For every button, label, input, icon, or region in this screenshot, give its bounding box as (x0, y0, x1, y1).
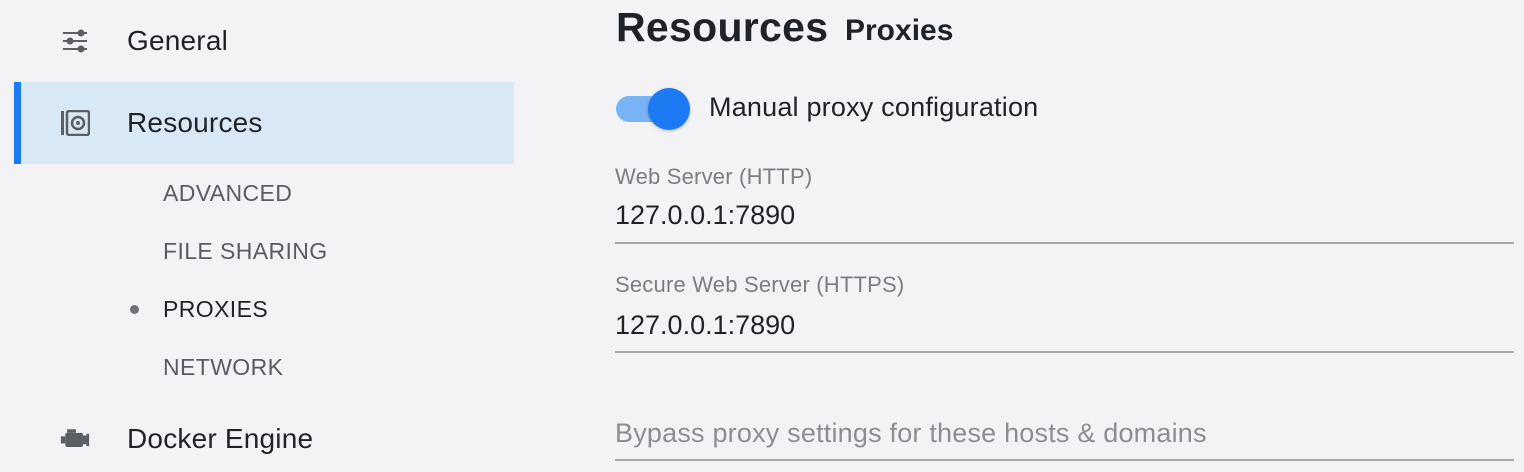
current-bullet-icon (130, 305, 139, 314)
https-field-underline (615, 351, 1514, 353)
sliders-icon (60, 26, 90, 56)
sidebar-subitem-network[interactable]: NETWORK (163, 354, 283, 381)
manual-proxy-toggle[interactable] (616, 88, 690, 130)
https-field[interactable]: 127.0.0.1:7890 (615, 310, 795, 341)
manual-proxy-label: Manual proxy configuration (709, 92, 1039, 122)
https-field-label: Secure Web Server (HTTPS) (615, 272, 905, 297)
bypass-field-underline (615, 459, 1514, 461)
engine-icon (60, 424, 90, 454)
sidebar-item-docker-engine[interactable]: Docker Engine (14, 398, 514, 472)
sidebar-item-general[interactable]: General (14, 0, 514, 82)
sidebar-subitem-proxies[interactable]: PROXIES (163, 296, 268, 323)
toggle-knob (648, 88, 690, 130)
page-title: Resources (616, 4, 829, 50)
sidebar-item-label: Docker Engine (127, 423, 314, 454)
bypass-field[interactable]: Bypass proxy settings for these hosts & … (615, 418, 1207, 449)
sidebar-subitem-advanced[interactable]: ADVANCED (163, 180, 292, 207)
sidebar-subitem-file-sharing[interactable]: FILE SHARING (163, 238, 328, 265)
sidebar-item-resources[interactable]: Resources (14, 82, 514, 164)
section-title: Proxies (845, 14, 954, 47)
http-field-label: Web Server (HTTP) (615, 164, 813, 189)
sidebar-item-label: Resources (127, 107, 263, 138)
sidebar: General Resources ADVANCED FILE SHARING … (0, 0, 514, 472)
sidebar-item-label: General (127, 25, 229, 56)
http-field[interactable]: 127.0.0.1:7890 (615, 200, 795, 231)
http-field-underline (615, 242, 1514, 244)
resources-icon (60, 108, 90, 138)
